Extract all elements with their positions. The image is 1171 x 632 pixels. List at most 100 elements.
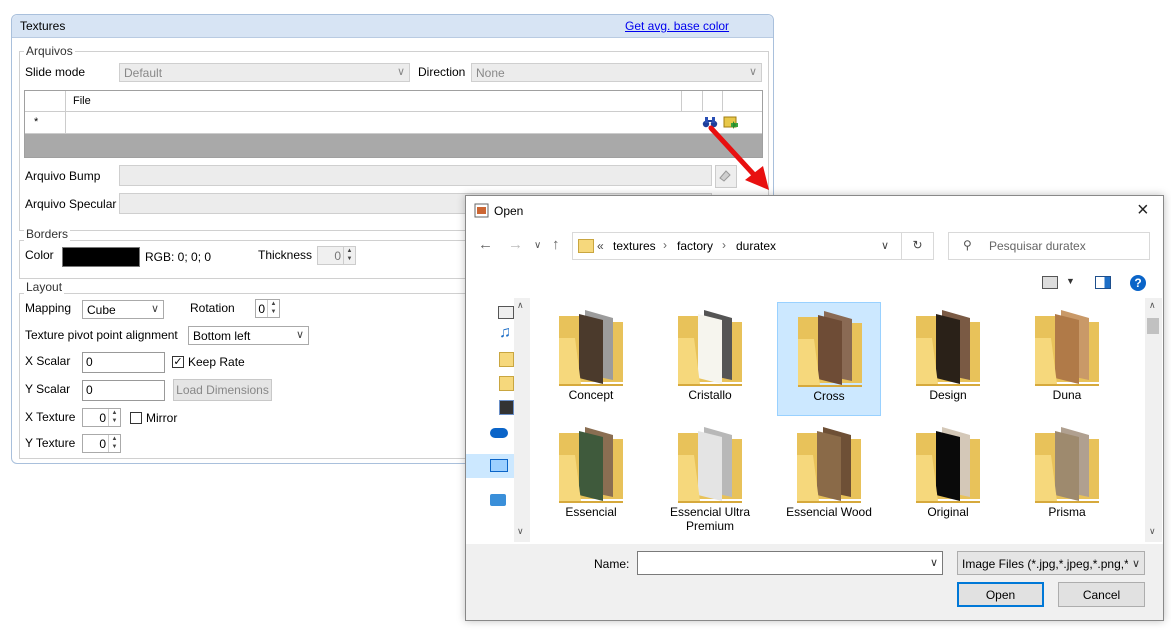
rotation-value: 0 — [258, 302, 265, 316]
open-button[interactable]: Open — [957, 582, 1044, 607]
search-box[interactable]: ⚲ Pesquisar duratex — [948, 232, 1150, 260]
y-texture-label: Y Texture — [25, 436, 76, 450]
border-color-swatch[interactable] — [62, 247, 140, 267]
desktop-icon[interactable] — [498, 306, 514, 319]
this-pc-item[interactable] — [466, 454, 514, 478]
pivot-combo[interactable]: Bottom left ∨ — [188, 326, 309, 345]
folder-item[interactable]: Concept — [539, 302, 643, 416]
videos-icon[interactable] — [499, 400, 514, 415]
file-type-value: Image Files (*.jpg,*.jpeg,*.png,* — [962, 557, 1128, 571]
folder-item[interactable]: Essencial Wood — [777, 419, 881, 533]
chevron-up-icon[interactable]: ∧ — [517, 300, 524, 311]
folder-item[interactable]: Cross — [777, 302, 881, 416]
load-dimensions-button[interactable]: Load Dimensions — [173, 379, 272, 401]
recent-dropdown-icon[interactable]: ∨ — [534, 240, 541, 251]
mirror-label: Mirror — [146, 411, 178, 425]
chevron-right-icon: › — [663, 238, 667, 252]
keep-rate-label: Keep Rate — [188, 355, 245, 369]
thickness-spinner[interactable]: 0 ▲ ▼ — [317, 246, 356, 265]
slide-mode-combo[interactable]: Default ∨ — [119, 63, 410, 82]
y-texture-spinner[interactable]: 0 ▲ ▼ — [82, 434, 121, 453]
direction-label: Direction — [418, 65, 466, 79]
dialog-footer: Name: ∨ Image Files (*.jpg,*.jpeg,*.png,… — [466, 544, 1163, 620]
spin-arrows-icon[interactable]: ▲ ▼ — [108, 435, 120, 452]
folder-grid: Concept Cristallo Cross Design Duna Essencial… — [536, 300, 1142, 542]
mirror-checkbox[interactable] — [130, 412, 142, 424]
borders-group-label: Borders — [24, 227, 71, 241]
folder-item[interactable]: Duna — [1015, 302, 1119, 416]
annotation-arrow — [708, 125, 769, 190]
breadcrumb-factory[interactable]: factory — [677, 239, 713, 253]
rotation-label: Rotation — [190, 301, 235, 315]
cancel-button[interactable]: Cancel — [1058, 582, 1145, 607]
chevron-up-icon[interactable]: ∧ — [1149, 300, 1156, 311]
close-icon[interactable]: × — [1137, 199, 1149, 222]
folder-name: Prisma — [1048, 505, 1086, 519]
preview-pane-icon[interactable] — [1095, 276, 1111, 289]
folder-item[interactable]: Essencial — [539, 419, 643, 533]
chevron-down-icon[interactable]: ∨ — [517, 526, 524, 537]
file-grid-header: File — [25, 91, 762, 133]
folder-item[interactable]: Original — [896, 419, 1000, 533]
content-scrollbar[interactable]: ∧ ∨ — [1145, 298, 1162, 542]
folder-icon — [798, 311, 862, 387]
chevron-down-icon[interactable]: ∨ — [881, 239, 889, 252]
spin-arrows-icon[interactable]: ▲ ▼ — [267, 300, 279, 317]
folder-icon[interactable] — [499, 376, 514, 391]
scrollbar-thumb[interactable] — [1147, 318, 1159, 334]
rgb-text: RGB: 0; 0; 0 — [145, 250, 212, 264]
forward-arrow-icon[interactable]: → — [508, 236, 523, 253]
folder-icon — [678, 427, 742, 503]
folder-name: Essencial Wood — [786, 505, 872, 519]
breadcrumb-textures[interactable]: textures — [613, 239, 656, 253]
get-avg-base-color-link[interactable]: Get avg. base color — [625, 19, 729, 33]
network-icon[interactable] — [490, 494, 506, 506]
folder-name: Essencial Ultra Premium — [669, 505, 751, 533]
folder-icon[interactable] — [499, 352, 514, 367]
slide-mode-label: Slide mode — [25, 65, 86, 79]
chevron-down-icon: ∨ — [748, 66, 757, 78]
chevron-down-icon[interactable]: ∨ — [1149, 526, 1156, 537]
file-type-combo[interactable]: Image Files (*.jpg,*.jpeg,*.png,* ∨ — [957, 551, 1145, 575]
y-scalar-input[interactable]: 0 — [82, 380, 165, 401]
file-grid-new-row[interactable]: * — [25, 112, 762, 134]
address-bar[interactable]: « textures › factory › duratex ∨ — [572, 232, 902, 260]
folder-icon — [559, 427, 623, 503]
x-scalar-input[interactable]: 0 — [82, 352, 165, 373]
rotation-spinner[interactable]: 0 ▲ ▼ — [255, 299, 280, 318]
up-arrow-icon[interactable]: ↑ — [552, 236, 560, 253]
view-options-icon[interactable] — [1042, 276, 1058, 289]
folder-item[interactable]: Prisma — [1015, 419, 1119, 533]
arquivos-group-label: Arquivos — [24, 44, 75, 58]
onedrive-icon[interactable] — [490, 428, 508, 438]
breadcrumb-overflow[interactable]: « — [597, 239, 604, 253]
nav-pane-scrollbar[interactable]: ∧ ∨ — [514, 298, 530, 542]
chevron-down-icon[interactable]: ∨ — [930, 556, 938, 569]
view-dropdown-icon[interactable]: ▼ — [1066, 276, 1075, 286]
spin-arrows-icon[interactable]: ▲ ▼ — [108, 409, 120, 426]
dialog-title: Open — [494, 204, 524, 218]
chevron-down-icon: ∨ — [295, 329, 304, 341]
folder-name: Cristallo — [688, 388, 732, 402]
arquivo-bump-input[interactable] — [119, 165, 712, 186]
textures-title: Textures — [20, 19, 66, 33]
folder-item[interactable]: Cristallo — [658, 302, 762, 416]
thickness-label: Thickness — [258, 248, 313, 262]
folder-name: Original — [927, 505, 969, 519]
direction-combo[interactable]: None ∨ — [471, 63, 762, 82]
file-name-input[interactable]: ∨ — [637, 551, 943, 575]
folder-item[interactable]: Design — [896, 302, 1000, 416]
folder-name: Concept — [568, 388, 614, 402]
folder-item[interactable]: Essencial Ultra Premium — [658, 419, 762, 533]
back-arrow-icon[interactable]: ← — [478, 236, 493, 253]
help-icon[interactable]: ? — [1130, 275, 1146, 291]
breadcrumb-duratex[interactable]: duratex — [736, 239, 776, 253]
refresh-icon[interactable]: ↻ — [902, 232, 934, 260]
mapping-combo[interactable]: Cube ∨ — [82, 300, 164, 319]
x-texture-spinner[interactable]: 0 ▲ ▼ — [82, 408, 121, 427]
spin-arrows-icon[interactable]: ▲ ▼ — [343, 247, 355, 264]
keep-rate-checkbox[interactable]: ✓ — [172, 356, 184, 368]
folder-icon — [916, 427, 980, 503]
music-icon[interactable]: ♫ — [499, 324, 511, 342]
y-texture-value: 0 — [99, 437, 106, 451]
